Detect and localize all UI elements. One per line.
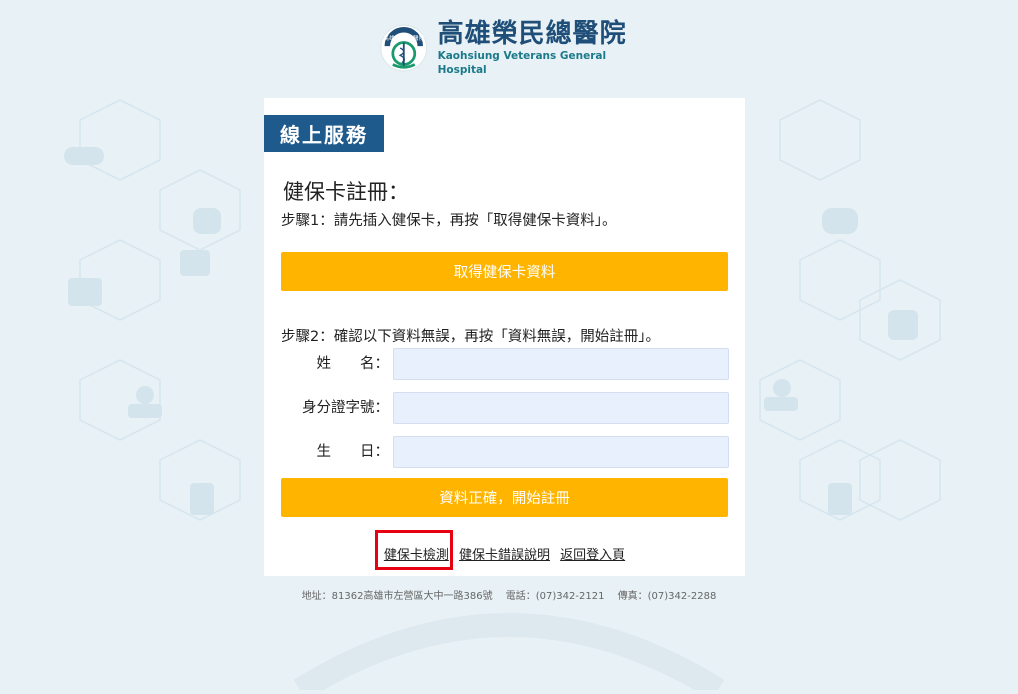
footer-phone: 電話：(07)342-2121	[505, 591, 605, 602]
footer: 地址：81362高雄市左營區大中一路386號 電話：(07)342-2121 傳…	[0, 587, 1018, 602]
name-row: 姓 名：	[264, 348, 729, 380]
footer-address: 地址：81362高雄市左營區大中一路386號	[301, 591, 493, 602]
registration-panel: 線上服務 健保卡註冊： 步驟1：請先插入健保卡，再按「取得健保卡資料」。 取得健…	[264, 98, 745, 576]
caduceus-icon: 高雄榮民總醫院	[380, 24, 428, 72]
highlight-annotation	[375, 530, 453, 570]
card-error-link[interactable]: 健保卡錯誤說明	[459, 548, 550, 563]
online-services-tab: 線上服務	[264, 115, 384, 152]
hospital-name-zh: 高雄榮民總醫院	[437, 19, 627, 49]
step1-instruction: 步驟1：請先插入健保卡，再按「取得健保卡資料」。	[281, 213, 617, 229]
emblem-lettering: 高雄榮民總醫院	[383, 34, 425, 42]
id-number-label: 身分證字號：	[302, 400, 389, 416]
birthday-label: 生 日：	[316, 444, 390, 460]
hospital-name-en: Kaohsiung Veterans General Hospital	[437, 50, 607, 76]
id-number-row: 身分證字號：	[264, 392, 729, 424]
birthday-row: 生 日：	[264, 436, 729, 468]
back-to-login-link[interactable]: 返回登入頁	[560, 548, 625, 563]
birthday-field[interactable]	[393, 436, 729, 468]
step2-instruction: 步驟2：確認以下資料無誤，再按「資料無誤，開始註冊」。	[281, 329, 660, 345]
footer-fax: 傳真：(07)342-2288	[617, 591, 717, 602]
help-links: 健保卡檢測 健保卡錯誤說明 返回登入頁	[264, 544, 745, 563]
get-card-data-button[interactable]: 取得健保卡資料	[281, 252, 728, 291]
name-label: 姓 名：	[316, 356, 390, 372]
confirm-register-button[interactable]: 資料正確，開始註冊	[281, 478, 728, 517]
hospital-logo: 高雄榮民總醫院 高雄榮民總醫院 Kaohsiung Veterans Gener…	[380, 19, 640, 76]
id-number-field[interactable]	[393, 392, 729, 424]
name-field[interactable]	[393, 348, 729, 380]
page-title: 健保卡註冊：	[283, 180, 409, 204]
